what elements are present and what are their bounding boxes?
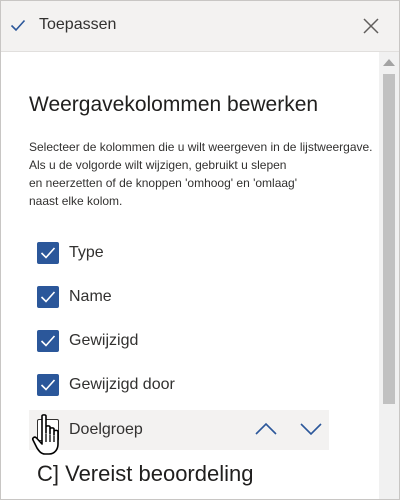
apply-button[interactable]: Toepassen [1, 1, 161, 51]
close-icon[interactable] [361, 16, 381, 36]
description-line: en neerzetten of de knoppen 'omhoog' en … [29, 176, 298, 190]
column-row-doelgroep[interactable]: Doelgroep [29, 410, 329, 450]
column-row-gewijzigd-door[interactable]: Gewijzigd door [29, 365, 329, 405]
description-line: naast elke kolom. [29, 194, 123, 208]
column-checkbox[interactable] [37, 242, 59, 264]
apply-label: Toepassen [39, 16, 117, 33]
column-checkbox[interactable] [37, 374, 59, 396]
check-icon [40, 247, 56, 259]
check-icon [40, 291, 56, 303]
vertical-scrollbar[interactable] [379, 52, 399, 499]
column-label: Doelgroep [69, 421, 143, 438]
check-icon [10, 19, 26, 32]
column-label: Name [69, 288, 112, 305]
column-row-name[interactable]: Name [29, 277, 329, 317]
column-row-type[interactable]: Type [29, 233, 329, 273]
chevron-down-icon[interactable] [299, 421, 323, 437]
description-line: Selecteer de kolommen die u wilt weergev… [29, 140, 373, 154]
chevron-up-icon[interactable] [254, 421, 278, 437]
scroll-thumb[interactable] [383, 74, 395, 404]
panel-description: Selecteer de kolommen die u wilt weergev… [29, 138, 379, 210]
hand-pointer-icon [31, 414, 59, 455]
column-row-gewijzigd[interactable]: Gewijzigd [29, 321, 329, 361]
check-icon [40, 379, 56, 391]
command-bar: Toepassen [1, 1, 399, 52]
description-line: Als u de volgorde wilt wijzigen, gebruik… [29, 158, 287, 172]
column-checkbox[interactable] [37, 286, 59, 308]
column-checkbox[interactable] [37, 330, 59, 352]
edit-view-columns-panel: Toepassen Weergavekolommen bewerken Sele… [0, 0, 400, 500]
column-label: Gewijzigd [69, 332, 139, 349]
scroll-up-arrow-icon[interactable] [383, 58, 395, 66]
column-label: Gewijzigd door [69, 376, 175, 393]
column-label: Type [69, 244, 104, 261]
partial-column-row: C] Vereist beoordeling [37, 461, 254, 486]
panel-title: Weergavekolommen bewerken [29, 93, 319, 116]
check-icon [40, 335, 56, 347]
